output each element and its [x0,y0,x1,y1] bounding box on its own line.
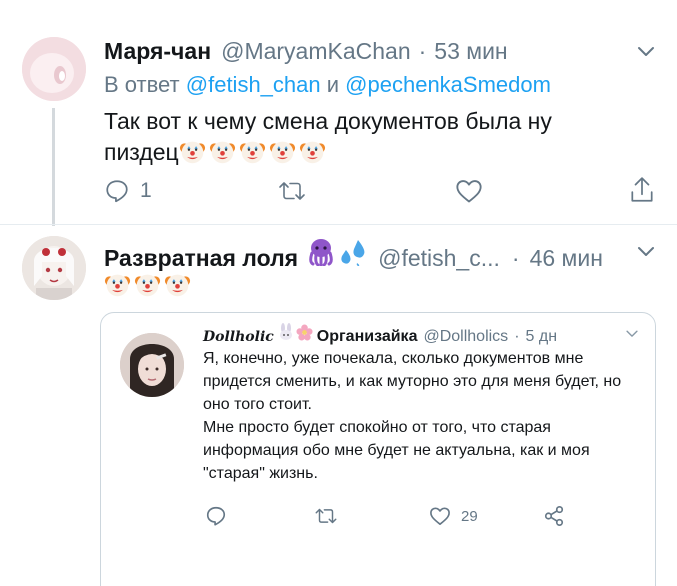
clown-face-emoji [239,141,265,164]
share-icon [544,506,564,526]
avatar-image [22,236,86,300]
quoted-paragraph-2: Мне просто будет спокойно от того, что с… [203,419,590,482]
quoted-paragraph-1: Я, конечно, уже почекала, сколько докуме… [203,350,622,413]
quoted-tweet-text: Я, конечно, уже почекала, сколько докуме… [203,347,633,485]
clown-emoji-row [104,272,194,298]
brand-logo-text: Dollholic [203,329,274,345]
reply-prefix: В ответ [104,72,180,97]
quoted-tweet[interactable]: Dollholic Организайка @Dollholics · 5 дн… [100,312,656,586]
avatar-fetish-chan[interactable] [22,236,86,300]
reply-icon [206,506,226,526]
clown-emoji-row [179,139,329,165]
clown-face-emoji [209,141,235,164]
octopus-emoji [306,238,336,271]
separator-dot: · [511,245,520,271]
separator-dot: · [514,328,520,345]
reply-and: и [326,72,340,97]
quoted-reply-button[interactable] [205,505,227,527]
clown-face-emoji [179,141,205,164]
chevron-down-icon[interactable] [625,327,639,341]
avatar-image [22,37,86,101]
timestamp[interactable]: 46 мин [530,245,603,272]
reply-link-fetish-chan[interactable]: @fetish_chan [186,72,321,97]
user-handle[interactable]: @MaryamKaChan [221,38,411,65]
chevron-down-icon[interactable] [636,42,656,62]
clown-face-emoji [104,274,131,297]
clown-face-emoji [164,274,191,297]
reply-context: В ответ @fetish_chan и @pechenkaSmedom [104,72,551,98]
avatar-dollholics[interactable] [120,333,184,397]
retweet-icon [279,182,305,200]
reply-button[interactable]: 1 [104,178,152,204]
quoted-like-button[interactable]: 29 [429,506,478,526]
heart-icon [456,180,482,203]
user-handle[interactable]: @fetish_c... [378,245,500,272]
quoted-display-name[interactable]: Организайка [317,328,418,346]
clown-face-emoji [134,274,161,297]
tweet-divider [0,224,677,225]
share-icon [631,177,653,202]
like-button[interactable] [455,178,483,204]
quoted-retweet-button[interactable] [313,506,339,526]
display-name[interactable]: Развратная лоля [104,245,298,272]
heart-icon [430,507,450,525]
clown-face-emoji [299,141,325,164]
rabbit-emoji [278,323,294,346]
clown-face-emoji [269,141,295,164]
quoted-tweet-header: Dollholic Организайка @Dollholics · 5 дн [203,323,557,346]
tweet-text [104,270,194,301]
quoted-like-count: 29 [461,507,478,525]
blossom-emoji [296,324,313,346]
tweet-text-line: Так вот к чему смена документов была ну [104,108,552,134]
retweet-button[interactable] [276,178,308,204]
thread-line [52,108,55,226]
tweet-header: Маря-чан @MaryamKaChan · 53 мин [104,38,508,65]
separator-dot: · [418,38,427,64]
retweet-icon [315,508,337,524]
reply-icon [106,180,128,203]
tweet-text-word: пиздец [104,139,179,165]
avatar-maryamkachan[interactable] [22,37,86,101]
avatar-image [120,333,184,397]
timestamp[interactable]: 53 мин [434,38,507,65]
chevron-down-icon[interactable] [636,242,656,262]
reply-link-pechenkasmedom[interactable]: @pechenkaSmedom [345,72,551,97]
sweat-droplets-emoji [338,238,368,271]
tweet-text: Так вот к чему смена документов была ну … [104,106,644,168]
display-name[interactable]: Маря-чан [104,38,211,65]
quoted-timestamp[interactable]: 5 дн [526,328,558,346]
share-button[interactable] [630,176,654,204]
reply-count: 1 [140,179,152,202]
quoted-user-handle[interactable]: @Dollholics [423,328,508,346]
tweet-text-line-2: пиздец [104,137,644,168]
tweet-header: Развратная лоля @fetish_c... · 46 мин [104,238,603,272]
quoted-share-button[interactable] [543,505,565,527]
